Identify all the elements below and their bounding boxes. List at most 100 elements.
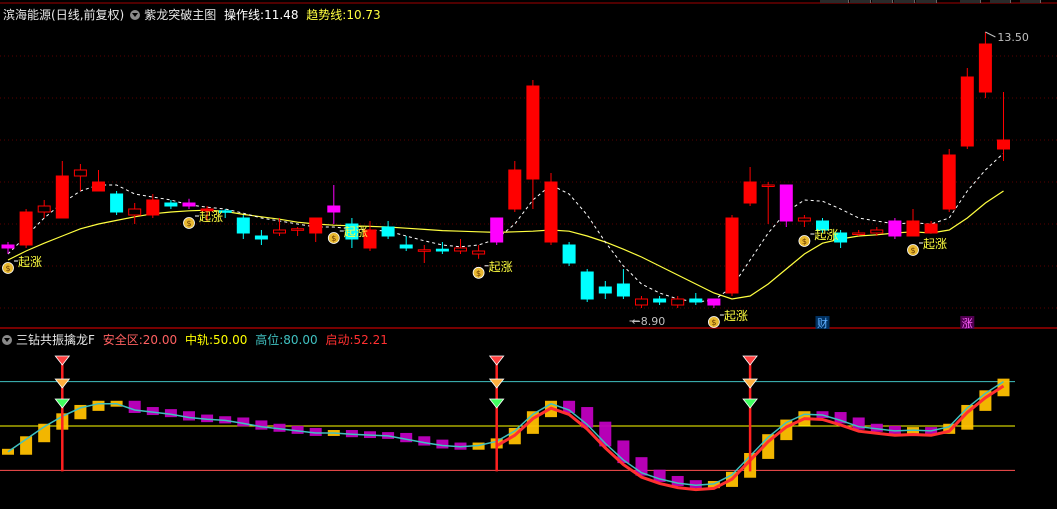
candle-body: [254, 235, 268, 240]
sub-indicator-toggle-icon[interactable]: [2, 335, 12, 345]
candle[interactable]: [182, 198, 196, 209]
main-indicator-name[interactable]: 紫龙突破主图: [144, 8, 216, 22]
candle[interactable]: [128, 203, 142, 224]
candle-body: [653, 298, 667, 303]
money-bag-symbol: $: [802, 237, 807, 246]
candle-body: [743, 181, 757, 204]
candle[interactable]: [743, 167, 757, 206]
oscillator-block: [671, 475, 684, 487]
candle[interactable]: [725, 215, 739, 296]
candle-body: [761, 184, 775, 187]
candle[interactable]: [37, 200, 51, 218]
candle[interactable]: [960, 68, 974, 149]
candle[interactable]: [19, 209, 33, 248]
rise-signal[interactable]: $ 起涨: [472, 259, 513, 279]
rise-signal[interactable]: $ 起涨: [708, 308, 748, 328]
candle[interactable]: [544, 173, 558, 245]
candle[interactable]: [635, 296, 648, 308]
candle[interactable]: [779, 184, 793, 227]
candle-body: [110, 193, 124, 213]
diamond-icon: [54, 378, 71, 389]
candle[interactable]: [997, 92, 1010, 161]
event-badge-label: 财: [817, 316, 828, 330]
candle[interactable]: [399, 236, 413, 251]
candle[interactable]: [236, 215, 250, 239]
candle[interactable]: [92, 170, 105, 192]
candle[interactable]: [616, 269, 630, 299]
candle-body: [797, 217, 811, 222]
candle[interactable]: [562, 242, 576, 266]
main-panel-header: 滨海能源(日线,前复权) 紫龙突破主图 操作线:11.48 趋势线:10.73: [0, 6, 385, 24]
candle-body: [417, 249, 431, 252]
candle[interactable]: [707, 298, 721, 308]
candle[interactable]: [508, 161, 522, 212]
event-badge[interactable]: 涨: [960, 316, 975, 330]
main-indicator-toggle-icon[interactable]: [130, 10, 141, 20]
candle[interactable]: [327, 185, 341, 224]
candle-body: [852, 232, 866, 235]
candle[interactable]: [417, 245, 431, 263]
candle[interactable]: [942, 149, 956, 212]
rise-signal-label: 起涨: [923, 236, 947, 251]
candle[interactable]: [978, 32, 992, 98]
candle-body: [490, 217, 504, 243]
candle[interactable]: [598, 281, 612, 299]
candle[interactable]: [924, 221, 938, 234]
candle-body: [997, 139, 1010, 150]
oscillator-block: [237, 417, 250, 427]
event-badge[interactable]: 财: [815, 316, 830, 330]
event-badge-label: 涨: [962, 317, 973, 330]
op-line-label: 操作线:: [224, 8, 265, 22]
candle-body: [291, 228, 305, 231]
rise-signal[interactable]: $ 起涨: [2, 254, 43, 274]
candle-body: [725, 217, 739, 294]
safe-value: 20.00: [142, 333, 178, 347]
candle-body: [182, 202, 196, 207]
candle[interactable]: [526, 80, 540, 209]
candle[interactable]: [653, 296, 667, 305]
candle[interactable]: [110, 191, 124, 215]
diamond-icon: [488, 398, 505, 409]
safe-label: 安全区:: [102, 333, 143, 347]
candle-body: [562, 244, 576, 264]
oscillator-block: [400, 432, 413, 443]
sub-indicator-name[interactable]: 三钻共振擒龙F: [16, 333, 95, 347]
candle[interactable]: [761, 182, 775, 224]
candle[interactable]: [309, 217, 323, 242]
candle[interactable]: [55, 161, 69, 219]
chart-canvas[interactable]: $ 起涨 $ 起涨 $ 起涨 $ 起涨 $ 起涨 $ 起涨 $ 起涨 13.50 ←8.90 财 涨: [0, 0, 1057, 506]
candle-body: [960, 76, 974, 147]
candle[interactable]: [472, 245, 486, 259]
candle[interactable]: [580, 269, 594, 302]
candle[interactable]: [888, 218, 902, 239]
candle-body: [888, 220, 902, 237]
candle[interactable]: [689, 293, 703, 305]
candle-body: [580, 271, 594, 300]
toolbar-strip[interactable]: [820, 0, 1057, 3]
candle[interactable]: [254, 230, 268, 245]
rise-signal[interactable]: $ 起涨: [183, 209, 224, 229]
candle[interactable]: [73, 164, 87, 191]
candle-body: [37, 205, 51, 213]
rise-signal-label: 起涨: [814, 227, 838, 242]
oscillator-block: [436, 439, 449, 449]
rise-signal[interactable]: $ 起涨: [798, 227, 839, 247]
candle[interactable]: [906, 209, 920, 237]
rise-signal-label: 起涨: [199, 209, 223, 224]
diamond-icon: [742, 378, 758, 389]
candle-body: [472, 250, 486, 255]
candle[interactable]: [852, 230, 866, 236]
rise-signal[interactable]: $ 起涨: [907, 236, 948, 256]
mid-label: 中轨:: [184, 333, 214, 347]
diamond-icon: [488, 355, 505, 366]
candle-body: [870, 229, 884, 234]
candle[interactable]: [490, 217, 504, 245]
chart-window: $ 起涨 $ 起涨 $ 起涨 $ 起涨 $ 起涨 $ 起涨 $ 起涨 13.50 ←8.90 财 涨 滨海能源(日…: [0, 0, 1057, 506]
candle[interactable]: [291, 227, 305, 236]
candle-body: [978, 43, 992, 93]
candle-body: [55, 175, 69, 219]
diamond-signal[interactable]: [488, 355, 505, 472]
candle[interactable]: [1, 242, 15, 254]
candle-body: [508, 169, 522, 210]
candle[interactable]: [797, 215, 811, 227]
